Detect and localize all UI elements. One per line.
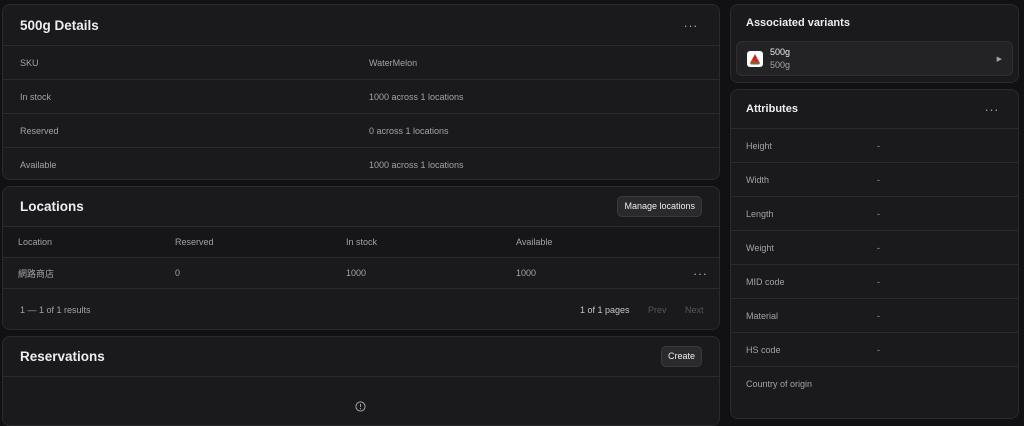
- details-label: SKU: [20, 57, 39, 68]
- details-row-sku: SKU WaterMelon: [3, 45, 719, 79]
- create-reservation-button[interactable]: Create: [660, 346, 702, 367]
- details-title: 500g Details: [20, 17, 99, 33]
- watermelon-icon: [750, 53, 760, 64]
- prev-page-button[interactable]: Prev: [648, 305, 667, 315]
- attribute-value: -: [877, 344, 880, 355]
- attribute-value: -: [877, 174, 880, 185]
- locations-card: Locations Manage locations Location Rese…: [2, 186, 720, 330]
- details-row-in-stock: In stock 1000 across 1 locations: [3, 79, 719, 113]
- info-circle-icon: [355, 401, 366, 412]
- attribute-row-width: Width -: [731, 162, 1018, 196]
- variant-title: 500g: [770, 47, 791, 58]
- pagination: 1 — 1 of 1 results 1 of 1 pages Prev Nex…: [3, 288, 719, 329]
- associated-variants-header: Associated variants: [731, 5, 1018, 41]
- attribute-value: -: [877, 242, 880, 253]
- attribute-label: Country of origin: [746, 378, 813, 389]
- chevron-right-icon: ▶: [996, 55, 1002, 63]
- reservations-empty-state: [3, 376, 719, 425]
- details-value: WaterMelon: [369, 57, 418, 68]
- attribute-row-hs-code: HS code -: [731, 332, 1018, 366]
- attribute-value: -: [877, 310, 880, 321]
- details-row-reserved: Reserved 0 across 1 locations: [3, 113, 719, 147]
- attribute-row-country-of-origin: Country of origin: [731, 366, 1018, 400]
- cell-available: 1000: [516, 268, 537, 278]
- attribute-row-mid-code: MID code -: [731, 264, 1018, 298]
- attributes-header: Attributes ···: [731, 90, 1018, 128]
- details-row-available: Available 1000 across 1 locations: [3, 147, 719, 179]
- row-actions-ellipsis-icon[interactable]: ···: [689, 265, 712, 282]
- reservations-header: Reservations Create: [3, 337, 719, 376]
- column-header-location[interactable]: Location: [18, 237, 52, 247]
- details-label: Available: [20, 159, 57, 170]
- details-header: 500g Details ···: [3, 5, 719, 45]
- attribute-row-material: Material -: [731, 298, 1018, 332]
- locations-header: Locations Manage locations: [3, 187, 719, 226]
- attributes-title: Attributes: [746, 103, 798, 115]
- cell-location: 網路商店: [18, 268, 55, 279]
- column-header-available[interactable]: Available: [516, 237, 552, 247]
- details-value: 1000 across 1 locations: [369, 159, 464, 170]
- attribute-label: Weight: [746, 242, 774, 253]
- cell-reserved: 0: [175, 268, 181, 278]
- details-label: In stock: [20, 91, 52, 102]
- manage-locations-button[interactable]: Manage locations: [617, 196, 702, 217]
- next-page-button[interactable]: Next: [685, 305, 704, 315]
- details-label: Reserved: [20, 125, 59, 136]
- attribute-label: Length: [746, 208, 774, 219]
- attribute-label: Height: [746, 140, 773, 151]
- details-value: 0 across 1 locations: [369, 125, 449, 136]
- attributes-card: Attributes ··· Height - Width - Length -…: [730, 89, 1019, 419]
- attribute-row-weight: Weight -: [731, 230, 1018, 264]
- ellipsis-icon[interactable]: ···: [680, 17, 703, 34]
- associated-variants-card: Associated variants 500g 500g ▶: [730, 4, 1019, 83]
- variant-details-card: 500g Details ··· SKU WaterMelon In stock…: [2, 4, 720, 180]
- attribute-row-length: Length -: [731, 196, 1018, 230]
- column-header-in-stock[interactable]: In stock: [346, 237, 377, 247]
- page-count: 1 of 1 pages: [580, 304, 630, 315]
- column-header-reserved[interactable]: Reserved: [175, 237, 214, 247]
- attribute-label: HS code: [746, 344, 781, 355]
- associated-variants-title: Associated variants: [746, 17, 850, 29]
- attribute-label: Width: [746, 174, 770, 185]
- locations-title: Locations: [20, 199, 84, 214]
- details-value: 1000 across 1 locations: [369, 91, 464, 102]
- attribute-value: -: [877, 208, 880, 219]
- results-count: 1 — 1 of 1 results: [20, 304, 91, 315]
- variant-item[interactable]: 500g 500g ▶: [736, 41, 1013, 76]
- table-row[interactable]: 網路商店 0 1000 1000 ···: [3, 257, 719, 288]
- attribute-label: MID code: [746, 276, 785, 287]
- attribute-value: -: [877, 276, 880, 287]
- variant-subtitle: 500g: [770, 59, 791, 70]
- cell-in-stock: 1000: [346, 268, 367, 278]
- attribute-label: Material: [746, 310, 779, 321]
- variant-text: 500g 500g: [770, 46, 790, 70]
- ellipsis-icon[interactable]: ···: [981, 101, 1004, 118]
- attribute-row-height: Height -: [731, 128, 1018, 162]
- reservations-card: Reservations Create: [2, 336, 720, 426]
- attribute-value: -: [877, 140, 880, 151]
- variant-thumbnail: [747, 50, 763, 67]
- reservations-title: Reservations: [20, 349, 105, 364]
- locations-table-header: Location Reserved In stock Available: [3, 226, 719, 257]
